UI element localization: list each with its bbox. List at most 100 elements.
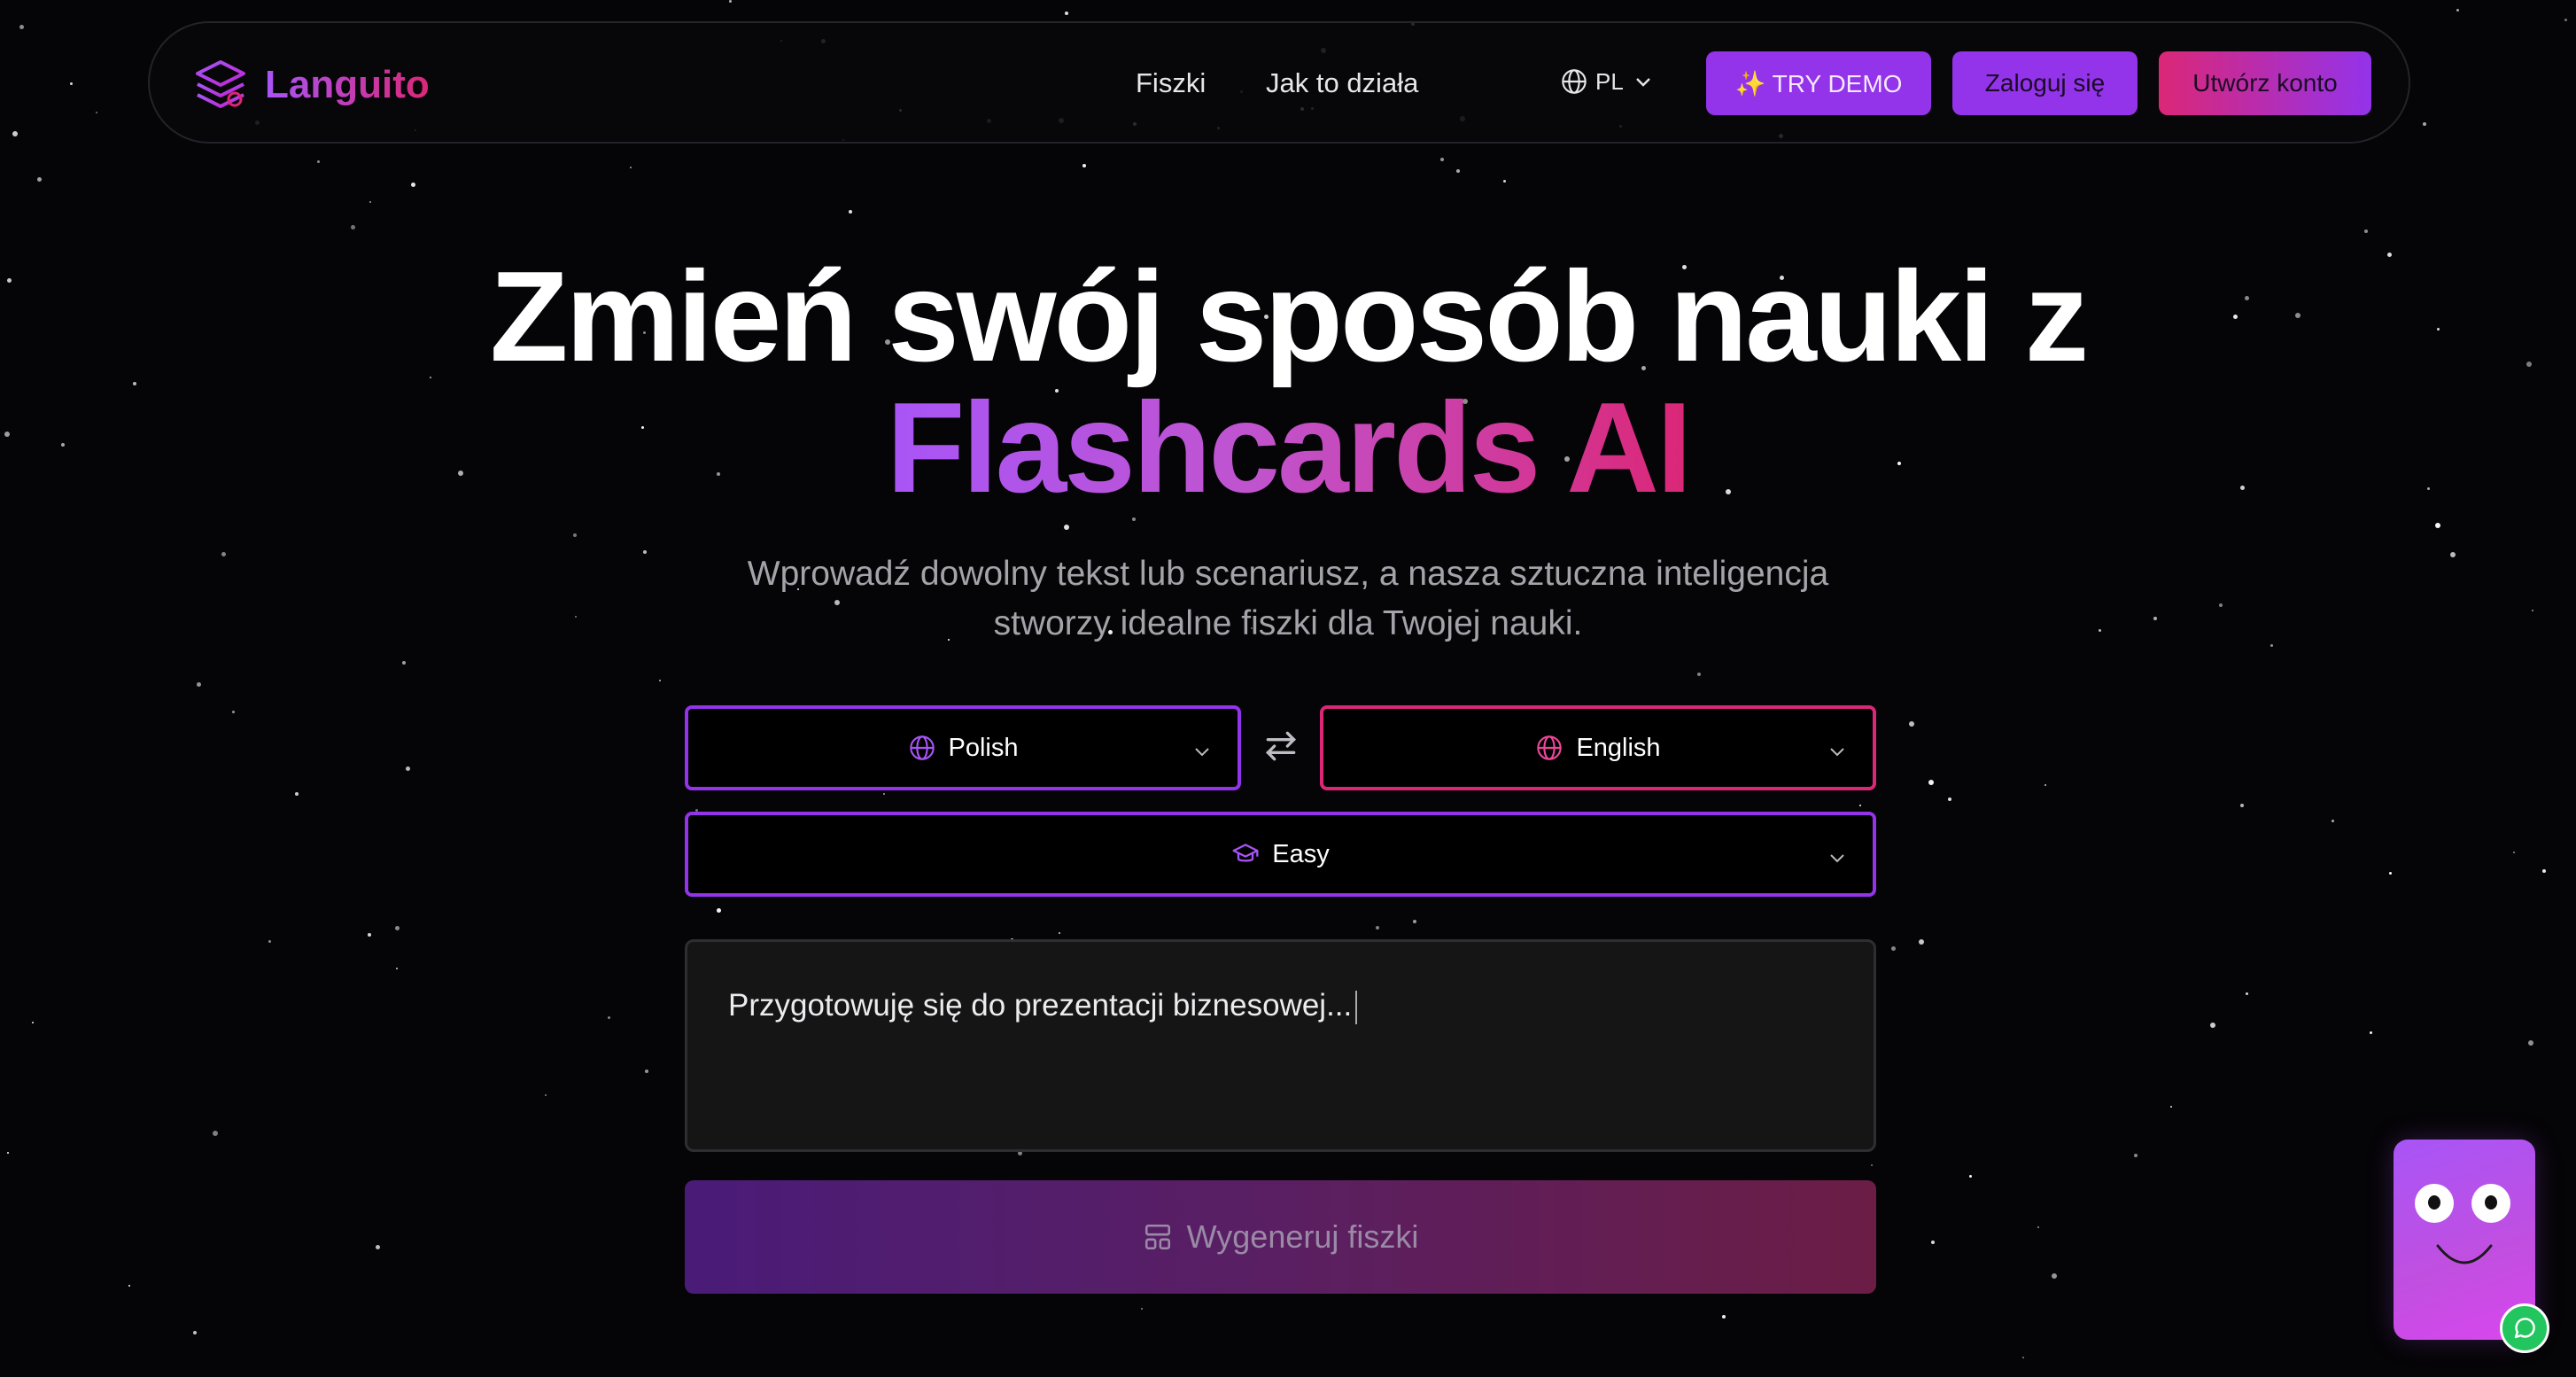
layers-icon bbox=[196, 60, 245, 108]
star bbox=[545, 1094, 547, 1096]
generate-flashcards-label: Wygeneruj fiszki bbox=[1186, 1218, 1419, 1255]
star bbox=[2210, 1023, 2215, 1028]
swap-languages-icon[interactable] bbox=[1261, 727, 1300, 766]
star bbox=[2246, 992, 2248, 995]
login-button[interactable]: Zaloguj się bbox=[1952, 51, 2138, 115]
layout-icon bbox=[1144, 1224, 1170, 1250]
star bbox=[232, 711, 235, 713]
star bbox=[1141, 1308, 1143, 1310]
star bbox=[402, 661, 406, 665]
star bbox=[197, 682, 201, 687]
star bbox=[630, 167, 632, 168]
hero-subtitle-line-1: Wprowadź dowolny tekst lub scenariusz, a… bbox=[747, 555, 1829, 593]
star bbox=[2542, 869, 2546, 873]
star bbox=[1456, 169, 1460, 173]
star bbox=[213, 1131, 218, 1136]
brand-logo[interactable]: Languito bbox=[192, 57, 430, 113]
star bbox=[295, 792, 299, 796]
star bbox=[1891, 946, 1896, 951]
mascot-right-eye bbox=[2471, 1184, 2510, 1223]
target-language-select[interactable]: English bbox=[1320, 705, 1876, 790]
star bbox=[573, 533, 577, 537]
language-selector[interactable]: PL bbox=[1560, 67, 1654, 96]
star bbox=[2364, 230, 2368, 233]
star bbox=[2153, 617, 2157, 620]
star bbox=[1859, 805, 1861, 806]
hero-title-gradient-text: Flashcards AI bbox=[886, 376, 1693, 519]
star bbox=[608, 1016, 610, 1019]
star bbox=[2170, 1106, 2172, 1108]
brand-name: Languito bbox=[265, 63, 430, 106]
hero-title-highlight: Flashcards AI bbox=[0, 381, 2576, 514]
star bbox=[1440, 158, 1444, 161]
star bbox=[575, 616, 577, 618]
text-caret bbox=[1355, 990, 1358, 1024]
hero-subtitle-line-2: stworzy idealne fiszki dla Twojej nauki. bbox=[993, 604, 1583, 642]
difficulty-level-select[interactable]: Easy bbox=[685, 812, 1876, 897]
star bbox=[1969, 1175, 1972, 1178]
difficulty-level-value: Easy bbox=[1272, 839, 1330, 868]
star bbox=[2270, 644, 2273, 647]
star bbox=[729, 0, 732, 3]
star bbox=[645, 1070, 648, 1073]
star bbox=[2134, 1154, 2138, 1157]
top-navbar: Languito Fiszki Jak to działa PL ✨ TRY D… bbox=[148, 21, 2410, 144]
star bbox=[317, 160, 320, 163]
star bbox=[406, 766, 410, 771]
star bbox=[32, 1022, 34, 1023]
star bbox=[2513, 852, 2515, 853]
scenario-text: Przygotowuję się do prezentacji biznesow… bbox=[728, 988, 1353, 1023]
chevron-down-icon bbox=[1830, 854, 1844, 863]
star bbox=[1064, 525, 1069, 530]
graduation-cap-icon bbox=[1232, 844, 1259, 862]
source-language-select[interactable]: Polish bbox=[685, 705, 1241, 790]
chevron-down-icon bbox=[1830, 748, 1844, 757]
star bbox=[1376, 926, 1379, 930]
star bbox=[1697, 673, 1701, 676]
scenario-textarea[interactable]: Przygotowuję się do prezentacji biznesow… bbox=[685, 939, 1876, 1152]
try-demo-button[interactable]: ✨ TRY DEMO bbox=[1706, 51, 1931, 115]
star bbox=[1931, 1241, 1935, 1244]
star bbox=[659, 680, 661, 681]
star bbox=[2528, 1040, 2533, 1046]
mascot-smile bbox=[2436, 1244, 2493, 1264]
star bbox=[221, 552, 226, 556]
star bbox=[1503, 180, 1506, 183]
source-language-value: Polish bbox=[948, 733, 1019, 762]
star bbox=[193, 1331, 197, 1334]
star bbox=[12, 131, 18, 136]
hero-title: Zmień swój sposób nauki z bbox=[489, 245, 2089, 388]
chevron-down-icon bbox=[1635, 78, 1650, 87]
star bbox=[2022, 1357, 2024, 1358]
star bbox=[411, 183, 415, 187]
globe-icon bbox=[1562, 69, 1587, 94]
star bbox=[1928, 780, 1934, 785]
generate-flashcards-button[interactable]: Wygeneruj fiszki bbox=[685, 1180, 1876, 1294]
star bbox=[849, 210, 852, 214]
nav-link-fiszki[interactable]: Fiszki bbox=[1136, 67, 1206, 99]
starfield-background bbox=[0, 0, 2576, 1377]
star bbox=[2219, 603, 2223, 607]
star bbox=[396, 968, 398, 969]
chat-icon[interactable] bbox=[2500, 1303, 2549, 1353]
star bbox=[1919, 939, 1924, 945]
star bbox=[2564, 19, 2567, 21]
star bbox=[2456, 9, 2459, 12]
signup-button[interactable]: Utwórz konto bbox=[2159, 51, 2371, 115]
star bbox=[2037, 1226, 2039, 1228]
star bbox=[2240, 804, 2244, 807]
star bbox=[1722, 1315, 1726, 1319]
nav-link-how-it-works[interactable]: Jak to działa bbox=[1266, 67, 1418, 99]
star bbox=[96, 112, 97, 113]
star bbox=[368, 933, 371, 937]
star bbox=[7, 1152, 9, 1154]
star bbox=[2045, 784, 2046, 786]
star bbox=[2435, 523, 2440, 528]
star bbox=[2532, 610, 2533, 611]
star bbox=[376, 1245, 380, 1249]
star bbox=[128, 1285, 130, 1287]
star bbox=[2450, 552, 2456, 557]
target-language-value: English bbox=[1576, 733, 1661, 762]
star bbox=[717, 908, 721, 913]
star bbox=[1413, 920, 1416, 923]
